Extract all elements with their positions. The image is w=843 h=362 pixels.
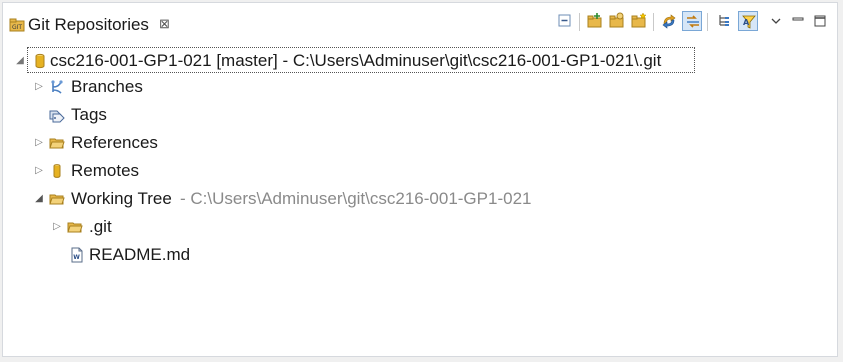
remotes-label: Remotes bbox=[71, 161, 140, 180]
view-menu-button[interactable] bbox=[766, 11, 786, 31]
references-label: References bbox=[71, 133, 158, 152]
collapsed-arrow-icon[interactable]: ▷ bbox=[33, 136, 45, 150]
tree-item-git-folder[interactable]: ▷ .git bbox=[53, 214, 255, 240]
repository-icon bbox=[32, 53, 48, 69]
refresh-button[interactable] bbox=[659, 11, 679, 31]
collapse-all-icon bbox=[558, 14, 571, 27]
refresh-icon bbox=[662, 14, 676, 29]
filter-button[interactable]: A bbox=[738, 11, 758, 31]
readme-label: README.md bbox=[89, 245, 191, 264]
maximize-icon bbox=[814, 15, 826, 27]
chevron-down-icon bbox=[771, 18, 781, 24]
hierarchy-icon bbox=[719, 15, 729, 26]
link-with-editor-icon bbox=[687, 15, 699, 28]
minimize-button[interactable] bbox=[788, 11, 808, 31]
hierarchical-layout-button[interactable] bbox=[715, 11, 735, 31]
clone-repository-icon bbox=[609, 12, 624, 28]
add-repository-icon bbox=[587, 13, 602, 28]
tab-close-icon[interactable]: ⊠ bbox=[159, 17, 170, 30]
add-existing-repository-button[interactable] bbox=[585, 11, 605, 31]
collapsed-arrow-icon[interactable]: ▷ bbox=[51, 220, 63, 234]
tree-item-tags[interactable]: Tags bbox=[37, 102, 237, 128]
clone-repository-button[interactable] bbox=[607, 11, 627, 31]
minimize-icon bbox=[792, 17, 804, 21]
tree-item-readme[interactable]: W README.md bbox=[55, 242, 255, 268]
tree-item-references[interactable]: ▷ References bbox=[35, 130, 237, 156]
toolbar-separator bbox=[579, 13, 580, 31]
tab-title: Git Repositories bbox=[28, 15, 149, 34]
folder-icon bbox=[49, 135, 65, 151]
tree-item-working-tree[interactable]: ◢ Working Tree - C:\Users\Adminuser\git\… bbox=[35, 186, 577, 212]
create-repository-button[interactable] bbox=[629, 11, 649, 31]
working-tree-label: Working Tree bbox=[71, 189, 172, 208]
folder-icon bbox=[67, 219, 83, 235]
tags-label: Tags bbox=[71, 105, 107, 124]
repository-label: csc216-001-GP1-021 [master] - C:\Users\A… bbox=[50, 51, 662, 70]
expanded-arrow-icon[interactable]: ◢ bbox=[33, 192, 45, 206]
maximize-button[interactable] bbox=[810, 11, 830, 31]
toolbar-separator bbox=[707, 13, 708, 31]
tab-git-repositories[interactable]: GIT Git Repositories ⊠ bbox=[3, 3, 183, 39]
git-folder-label: .git bbox=[89, 217, 112, 236]
tree-item-remotes[interactable]: ▷ Remotes bbox=[35, 158, 237, 184]
expanded-arrow-icon[interactable]: ◢ bbox=[14, 54, 26, 68]
svg-text:A: A bbox=[743, 18, 750, 27]
collapsed-arrow-icon[interactable]: ▷ bbox=[33, 164, 45, 178]
tree-item-branches[interactable]: ▷ Branches bbox=[35, 74, 237, 100]
remotes-icon bbox=[49, 163, 65, 179]
collapse-all-button[interactable] bbox=[555, 11, 575, 31]
tags-icon bbox=[49, 107, 65, 123]
collapsed-arrow-icon[interactable]: ▷ bbox=[33, 80, 45, 94]
working-tree-path: - C:\Users\Adminuser\git\csc216-001-GP1-… bbox=[180, 189, 532, 208]
svg-text:GIT: GIT bbox=[12, 24, 22, 31]
branches-label: Branches bbox=[71, 77, 143, 96]
file-icon: W bbox=[69, 247, 85, 263]
svg-text:W: W bbox=[73, 254, 80, 261]
git-repositories-view: GIT Git Repositories ⊠ A ◢ csc216-001-GP… bbox=[2, 2, 838, 357]
git-repositories-icon: GIT bbox=[9, 17, 25, 33]
folder-open-icon bbox=[49, 191, 65, 207]
branches-icon bbox=[49, 79, 65, 95]
tree-item-repository[interactable]: ◢ csc216-001-GP1-021 [master] - C:\Users… bbox=[16, 47, 695, 73]
toolbar-separator bbox=[653, 13, 654, 31]
create-repository-icon bbox=[631, 12, 647, 28]
link-with-selection-button[interactable] bbox=[682, 11, 702, 31]
view-tab-bar: GIT Git Repositories ⊠ A bbox=[3, 3, 837, 39]
filter-icon: A bbox=[742, 15, 756, 29]
